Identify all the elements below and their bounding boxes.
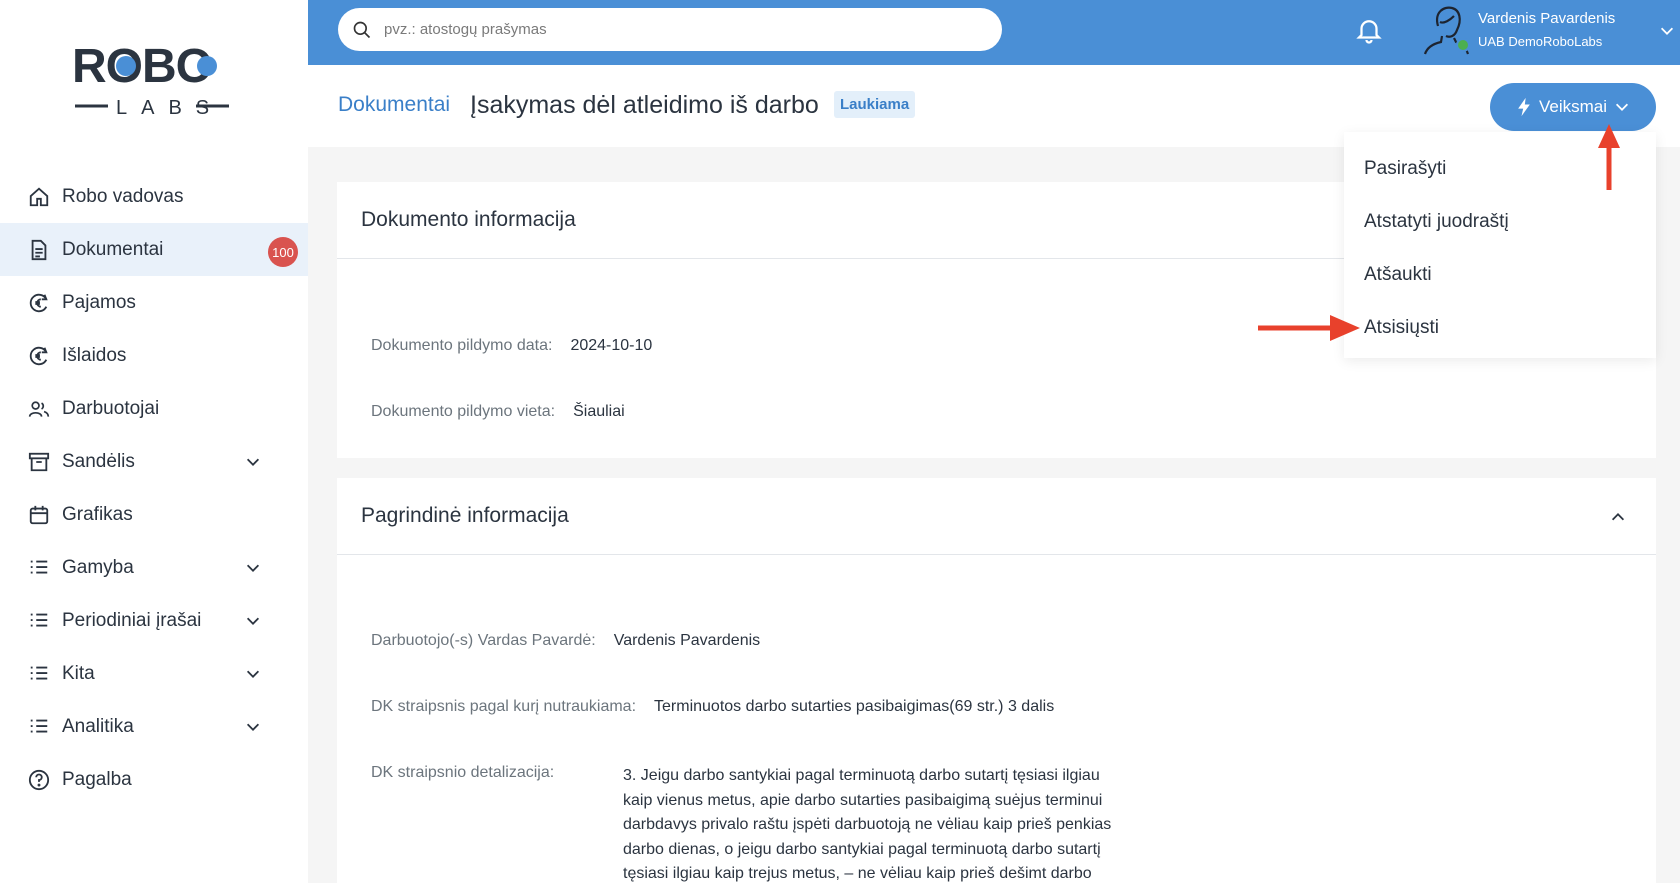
field-value: 3. Jeigu darbo santykiai pagal terminuot… — [623, 767, 1112, 882]
sidebar-item-dokumentai[interactable]: Dokumentai 100 — [0, 223, 308, 276]
chevron-down-icon[interactable] — [244, 665, 262, 683]
sidebar-item-sandelis[interactable]: Sandėlis — [0, 435, 308, 488]
sidebar-item-analitika[interactable]: Analitika — [0, 700, 308, 753]
calendar-icon — [28, 504, 50, 526]
sidebar-item-label: Išlaidos — [62, 344, 127, 366]
page-title: Įsakymas dėl atleidimo iš darbo — [470, 91, 819, 119]
sidebar-item-label: Grafikas — [62, 503, 133, 525]
search-icon — [353, 21, 371, 38]
archive-box-icon — [28, 451, 50, 473]
field-label: DK straipsnis pagal kurį nutraukiama: — [371, 698, 637, 715]
field-row: DK straipsnis pagal kurį nutraukiama: Te… — [371, 698, 1054, 716]
field-row: Dokumento pildymo data: 2024-10-10 — [371, 337, 652, 355]
sidebar-item-label: Pagalba — [62, 768, 132, 790]
field-row: Dokumento pildymo vieta: Šiauliai — [371, 403, 625, 421]
sidebar-item-robo-vadovas[interactable]: Robo vadovas — [0, 170, 308, 223]
sidebar-item-gamyba[interactable]: Gamyba — [0, 541, 308, 594]
sidebar-item-label: Kita — [62, 662, 95, 684]
field-row: DK straipsnio detalizacija: 3. Jeigu dar… — [371, 764, 1171, 883]
search-input[interactable] — [384, 21, 964, 38]
field-label: Dokumento pildymo vieta: — [371, 403, 556, 420]
search-box — [338, 8, 1002, 51]
sidebar-item-pajamos[interactable]: Pajamos — [0, 276, 308, 329]
chevron-down-icon[interactable] — [244, 453, 262, 471]
menu-item-atsisiusti[interactable]: Atsisiųsti — [1344, 301, 1656, 354]
sidebar-item-label: Robo vadovas — [62, 185, 184, 207]
users-icon — [28, 398, 50, 420]
card-title: Pagrindinė informacija — [361, 504, 569, 527]
sidebar-item-kita[interactable]: Kita — [0, 647, 308, 700]
breadcrumb[interactable]: Dokumentai — [338, 93, 450, 117]
list-icon — [28, 610, 50, 632]
main-info-card: Pagrindinė informacija Darbuotojo(-s) Va… — [337, 478, 1656, 883]
menu-item-atsaukti[interactable]: Atšaukti — [1344, 248, 1656, 301]
sidebar-item-darbuotojai[interactable]: Darbuotojai — [0, 382, 308, 435]
annotation-arrow-right — [1258, 315, 1360, 341]
chevron-down-icon[interactable] — [244, 718, 262, 736]
logo-text-bottom: LABS — [116, 97, 223, 119]
field-label: Dokumento pildymo data: — [371, 337, 553, 354]
logo-text-top: ROBO — [72, 40, 212, 93]
lightning-icon — [1518, 97, 1530, 117]
field-label: Darbuotojo(-s) Vardas Pavardė: — [371, 632, 596, 649]
list-icon — [28, 716, 50, 738]
actions-button-label: Veiksmai — [1538, 97, 1608, 116]
sidebar-item-label: Analitika — [62, 715, 134, 737]
bell-icon[interactable] — [1354, 15, 1384, 45]
card-header: Pagrindinė informacija — [337, 478, 1656, 555]
field-value: 2024-10-10 — [570, 337, 653, 354]
field-row: Darbuotojo(-s) Vardas Pavardė: Vardenis … — [371, 632, 760, 650]
field-value: Vardenis Pavardenis — [613, 632, 761, 649]
sidebar: ROBO LABS Robo vadovas Dokumentai 100 Pa… — [0, 0, 308, 883]
sidebar-item-label: Sandėlis — [62, 450, 135, 472]
robo-labs-logo[interactable]: ROBO LABS — [72, 40, 232, 122]
chevron-down-icon[interactable] — [244, 559, 262, 577]
sidebar-item-label: Darbuotojai — [62, 397, 160, 419]
sidebar-item-label: Periodiniai įrašai — [62, 609, 202, 631]
chevron-up-icon[interactable] — [1609, 508, 1627, 526]
online-status-dot — [1456, 38, 1470, 52]
menu-item-atstatyti-juodrasti[interactable]: Atstatyti juodraštį — [1344, 195, 1656, 248]
top-bar: Vardenis Pavardenis UAB DemoRoboLabs — [308, 0, 1680, 65]
status-badge: Laukiama — [834, 91, 916, 118]
list-icon — [28, 557, 50, 579]
sidebar-item-periodiniai-irasai[interactable]: Periodiniai įrašai — [0, 594, 308, 647]
user-name[interactable]: Vardenis Pavardenis — [1478, 10, 1615, 27]
user-company: UAB DemoRoboLabs — [1478, 34, 1603, 49]
chevron-down-icon[interactable] — [244, 612, 262, 630]
help-circle-icon — [28, 769, 50, 791]
chevron-down-icon — [1615, 103, 1629, 111]
sidebar-item-label: Dokumentai — [62, 238, 164, 260]
chevron-down-icon[interactable] — [1658, 22, 1676, 40]
sidebar-nav: Robo vadovas Dokumentai 100 Pajamos Išla… — [0, 170, 308, 806]
annotation-arrow-up — [1598, 124, 1620, 190]
sidebar-item-grafikas[interactable]: Grafikas — [0, 488, 308, 541]
sidebar-item-pagalba[interactable]: Pagalba — [0, 753, 308, 806]
document-icon — [28, 239, 50, 261]
euro-coin-icon — [28, 292, 50, 314]
field-value: Terminuotos darbo sutarties pasibaigimas… — [654, 698, 1055, 715]
euro-coin-icon — [28, 345, 50, 367]
field-value: Šiauliai — [573, 403, 625, 420]
sidebar-item-label: Gamyba — [62, 556, 134, 578]
count-badge: 100 — [268, 237, 298, 267]
sidebar-item-label: Pajamos — [62, 291, 136, 313]
list-icon — [28, 663, 50, 685]
home-icon — [28, 186, 50, 208]
sidebar-item-islaidos[interactable]: Išlaidos — [0, 329, 308, 382]
actions-button[interactable]: Veiksmai — [1490, 83, 1656, 131]
field-label: DK straipsnio detalizacija: — [371, 764, 555, 781]
